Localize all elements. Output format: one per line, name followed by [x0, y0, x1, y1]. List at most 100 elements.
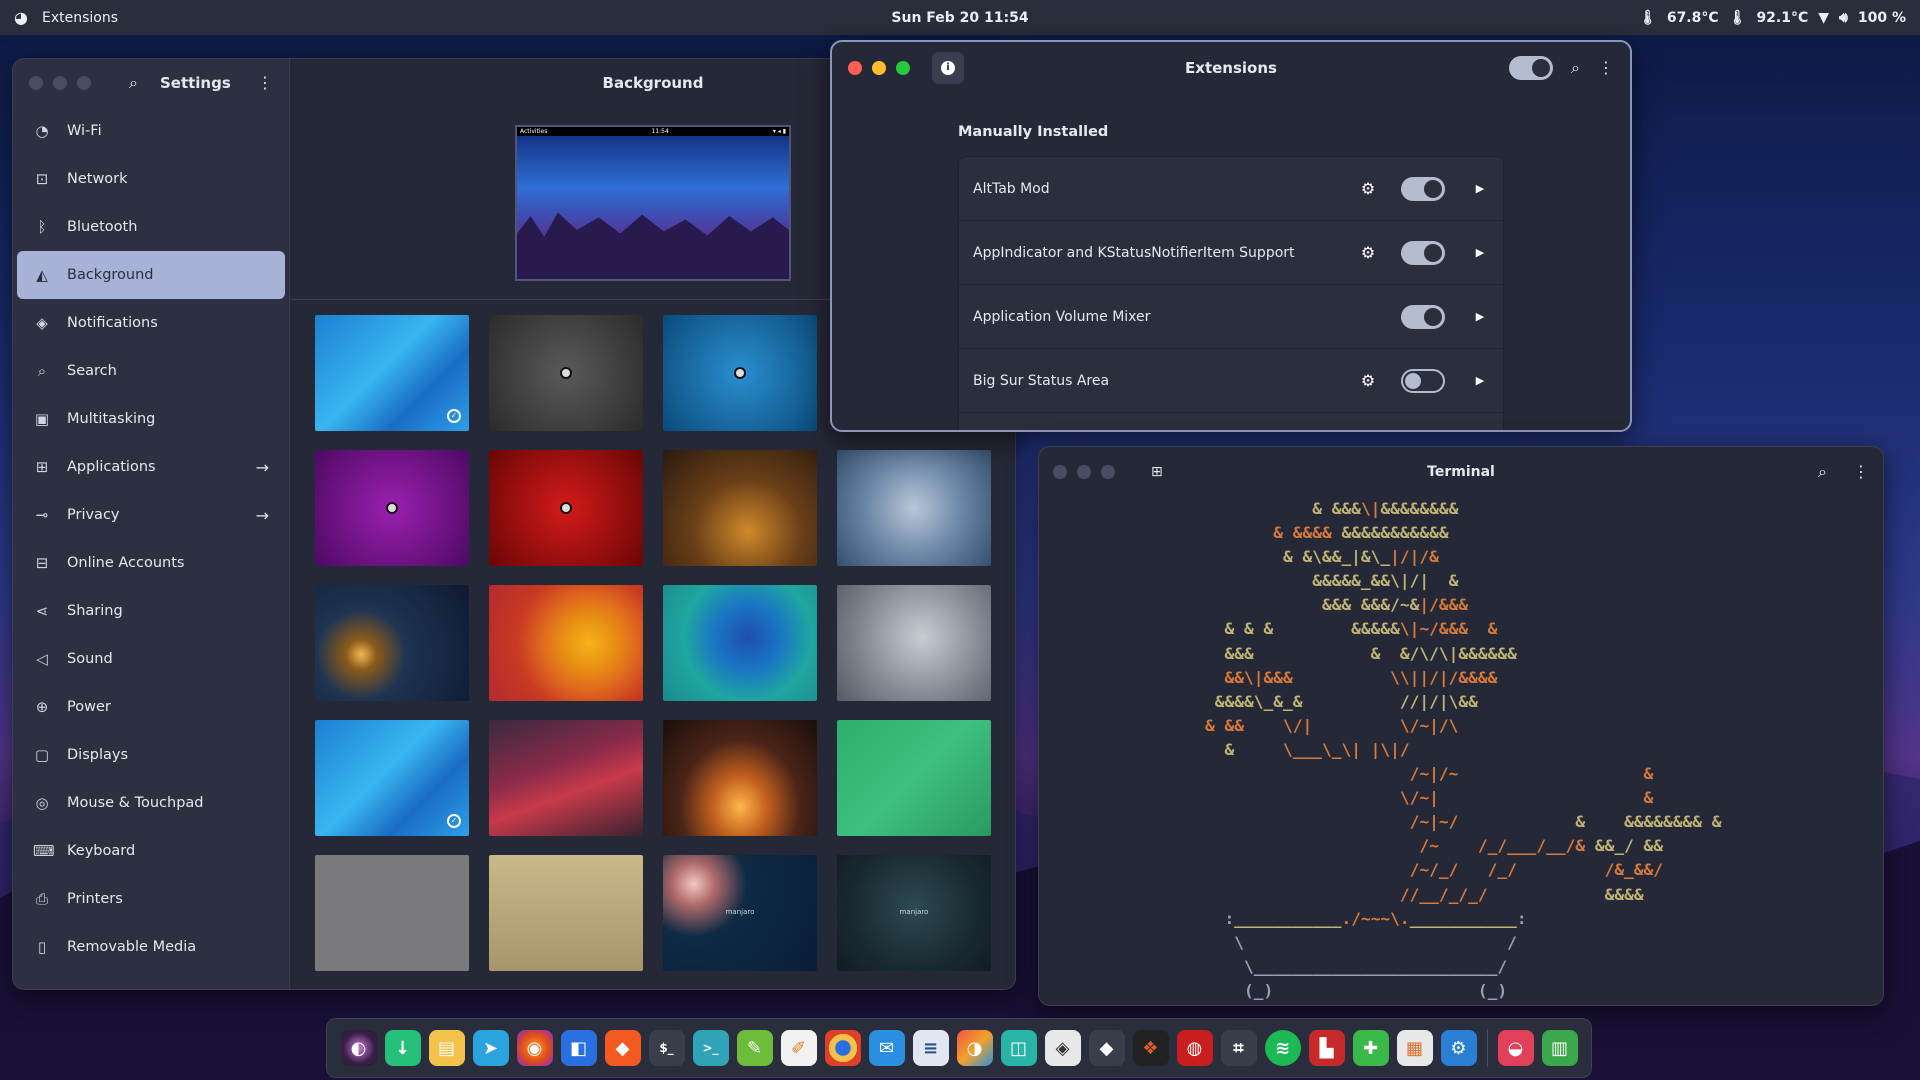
focused-app-name[interactable]: Extensions	[42, 10, 118, 26]
settings-icon[interactable]: ⚙	[1440, 1030, 1477, 1066]
sidebar-item-online-accounts[interactable]: ⊟ Online Accounts	[17, 539, 285, 587]
extensions-icon[interactable]: ✚	[1352, 1030, 1389, 1066]
sidebar-item-bluetooth[interactable]: ᛒ Bluetooth	[17, 203, 285, 251]
telegram-icon[interactable]: ➤	[472, 1030, 509, 1066]
sidebar-item-displays[interactable]: ▢ Displays	[17, 731, 285, 779]
extension-toggle[interactable]	[1401, 240, 1445, 265]
spotify-icon[interactable]: ≋	[1264, 1030, 1301, 1066]
extension-toggle[interactable]	[1401, 304, 1445, 329]
battery-level[interactable]: 100 %	[1858, 10, 1906, 26]
audio-icon[interactable]: ▙	[1308, 1030, 1345, 1066]
wallpaper-tile[interactable]: ✓	[315, 315, 469, 431]
sidebar-item-applications[interactable]: ⊞ Applications →	[17, 443, 285, 491]
extensions-master-toggle[interactable]	[1509, 56, 1554, 80]
maximize-button[interactable]	[77, 76, 91, 90]
volume-icon[interactable]: 🔊︎	[1839, 11, 1848, 25]
close-button[interactable]	[848, 61, 862, 75]
wallpaper-tile[interactable]	[315, 855, 469, 971]
sidebar-item-background[interactable]: ◭ Background	[17, 251, 285, 299]
beekeeper-icon[interactable]: ◈	[1044, 1030, 1081, 1066]
close-button[interactable]	[29, 76, 43, 90]
wallpaper-tile[interactable]	[489, 450, 643, 566]
wallpaper-tile[interactable]	[663, 450, 817, 566]
store-icon[interactable]: ◧	[560, 1030, 597, 1066]
about-button[interactable]: i	[932, 52, 964, 84]
extension-toggle[interactable]	[1401, 176, 1445, 201]
gear-icon[interactable]: ⚙	[1359, 179, 1377, 198]
wallpaper-tile[interactable]: ✓	[315, 720, 469, 836]
wallpaper-tile[interactable]	[489, 315, 643, 431]
steam-icon[interactable]: ◍	[1176, 1030, 1213, 1066]
gear-icon[interactable]: ⚙	[1359, 371, 1377, 390]
sidebar-item-network[interactable]: ⊡ Network	[17, 155, 285, 203]
chevron-right-icon[interactable]: ▶	[1471, 182, 1489, 195]
minimize-button[interactable]	[53, 76, 67, 90]
firefox-icon[interactable]: ◉	[516, 1030, 553, 1066]
search-icon[interactable]: ⌕	[129, 75, 138, 91]
extension-row[interactable]: Big Sur Status Area ⚙ ▶	[959, 349, 1503, 413]
sidebar-item-sound[interactable]: ◁ Sound	[17, 635, 285, 683]
menu-icon[interactable]: ⋮	[257, 75, 273, 91]
sidebar-item-multitasking[interactable]: ▣ Multitasking	[17, 395, 285, 443]
wallpaper-tile[interactable]	[489, 720, 643, 836]
extension-toggle[interactable]	[1401, 368, 1445, 393]
wallpaper-tile[interactable]: manjaro	[837, 855, 991, 971]
brave-icon[interactable]: ◆	[604, 1030, 641, 1066]
minimize-button[interactable]	[1077, 465, 1091, 479]
github-icon[interactable]: ◒	[1497, 1030, 1534, 1066]
wallpaper-tile[interactable]	[663, 585, 817, 701]
sidebar-item-mouse-touchpad[interactable]: ◎ Mouse & Touchpad	[17, 779, 285, 827]
new-tab-icon[interactable]: ⊞	[1151, 465, 1163, 479]
sidebar-item-notifications[interactable]: ◈ Notifications	[17, 299, 285, 347]
terminal-icon[interactable]: $_	[648, 1030, 685, 1066]
wallpaper-tile[interactable]	[663, 720, 817, 836]
sidebar-item-printers[interactable]: ⎙ Printers	[17, 875, 285, 923]
figma-icon[interactable]: ❖	[1132, 1030, 1169, 1066]
mail-icon[interactable]: ✉	[868, 1030, 905, 1066]
inkscape-icon[interactable]: ✎	[736, 1030, 773, 1066]
wallpaper-tile[interactable]	[315, 450, 469, 566]
extension-row[interactable]: Application Volume Mixer ▶	[959, 285, 1503, 349]
wallpaper-tile[interactable]	[837, 720, 991, 836]
sidebar-item-privacy[interactable]: ⊸ Privacy →	[17, 491, 285, 539]
inkscape2-icon[interactable]: ◆	[1088, 1030, 1125, 1066]
search-icon[interactable]: ⌕	[1818, 464, 1827, 480]
chrome-icon[interactable]	[824, 1030, 861, 1066]
download-icon[interactable]: ↓	[384, 1030, 421, 1066]
maximize-button[interactable]	[1101, 465, 1115, 479]
sidebar-item-removable-media[interactable]: ▯ Removable Media	[17, 923, 285, 971]
wallpaper-tile[interactable]	[489, 855, 643, 971]
extension-row[interactable]: AppIndicator and KStatusNotifierItem Sup…	[959, 221, 1503, 285]
extension-row[interactable]: AltTab Mod ⚙ ▶	[959, 157, 1503, 221]
wallpaper-tile[interactable]	[489, 585, 643, 701]
minimize-button[interactable]	[872, 61, 886, 75]
sidebar-item-wifi[interactable]: ◔ Wi-Fi	[17, 107, 285, 155]
sidebar-item-search[interactable]: ⌕ Search	[17, 347, 285, 395]
chevron-right-icon[interactable]: ▶	[1471, 374, 1489, 387]
pop-icon[interactable]: ◐	[340, 1030, 377, 1066]
wallpaper-tile[interactable]	[837, 585, 991, 701]
terminal2-icon[interactable]: >_	[692, 1030, 729, 1066]
gtkhash-icon[interactable]: ≡	[912, 1030, 949, 1066]
files-icon[interactable]: ▤	[428, 1030, 465, 1066]
gear-icon[interactable]: ⚙	[1359, 243, 1377, 262]
close-button[interactable]	[1053, 465, 1067, 479]
menu-icon[interactable]: ⋮	[1853, 464, 1869, 480]
wallpaper-tile[interactable]	[837, 450, 991, 566]
notes-icon[interactable]: ✐	[780, 1030, 817, 1066]
editor-icon[interactable]: ◑	[956, 1030, 993, 1066]
search-icon[interactable]: ⌕	[1571, 60, 1580, 76]
wifi-icon[interactable]: ▼	[1818, 11, 1829, 25]
trash-icon[interactable]: ▥	[1541, 1030, 1578, 1066]
tweaks-icon[interactable]: ▦	[1396, 1030, 1433, 1066]
chevron-right-icon[interactable]: ▶	[1471, 246, 1489, 259]
activities-icon[interactable]: ◕	[14, 9, 28, 26]
clock[interactable]: Sun Feb 20 11:54	[0, 10, 1920, 26]
sidebar-item-power[interactable]: ⊕ Power	[17, 683, 285, 731]
maximize-button[interactable]	[896, 61, 910, 75]
sidebar-item-keyboard[interactable]: ⌨ Keyboard	[17, 827, 285, 875]
menu-icon[interactable]: ⋮	[1598, 60, 1614, 76]
wallpaper-tile[interactable]	[315, 585, 469, 701]
wallpaper-tile[interactable]: manjaro	[663, 855, 817, 971]
chevron-right-icon[interactable]: ▶	[1471, 310, 1489, 323]
